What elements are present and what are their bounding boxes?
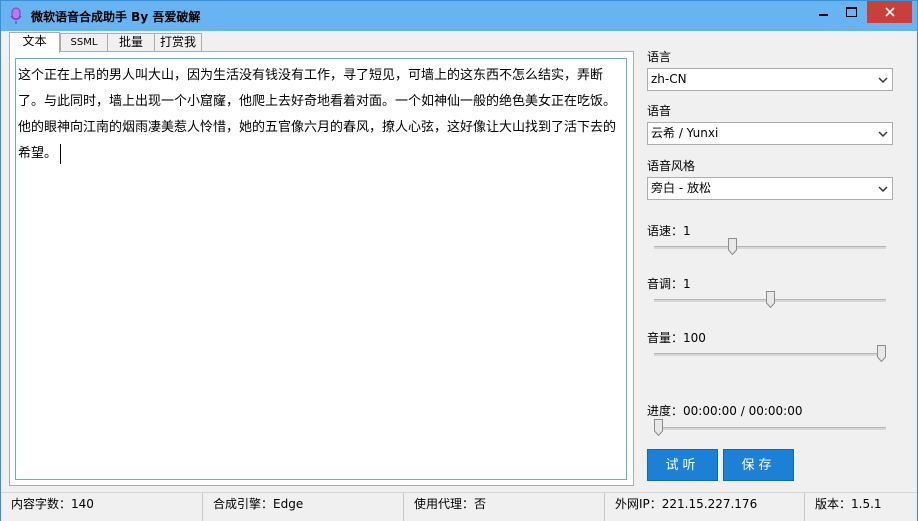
slider-thumb[interactable]	[727, 238, 737, 255]
slider-track	[654, 246, 886, 249]
status-engine: 合成引擎：Edge	[202, 493, 403, 521]
style-value: 旁白 - 放松	[651, 181, 711, 195]
tab-ssml[interactable]: SSML	[60, 33, 108, 51]
rate-label: 语速：1	[647, 224, 691, 238]
maximize-icon	[845, 7, 857, 17]
listen-button[interactable]: 试听	[647, 449, 718, 481]
save-button[interactable]: 保存	[723, 449, 794, 481]
pitch-slider[interactable]	[654, 291, 886, 311]
tab-text[interactable]: 文本	[9, 32, 60, 53]
slider-track	[654, 427, 886, 430]
slider-thumb[interactable]	[654, 419, 663, 436]
voice-select[interactable]: 云希 / Yunxi	[647, 122, 893, 145]
pitch-label: 音调：1	[647, 277, 691, 291]
chevron-down-icon	[878, 77, 888, 84]
voice-value: 云希 / Yunxi	[651, 126, 719, 140]
language-label: 语言	[647, 50, 672, 64]
tab-donate[interactable]: 打赏我	[154, 33, 202, 51]
progress-slider[interactable]	[654, 419, 886, 439]
text-tab-panel: 这个正在上吊的男人叫大山，因为生活没有钱没有工作，寻了短见，可墙上的这东西不怎么…	[9, 51, 634, 486]
rate-slider[interactable]	[654, 238, 886, 258]
title-bar[interactable]: 微软语音合成助手 By 吾爱破解	[1, 1, 917, 31]
style-label: 语音风格	[647, 159, 696, 173]
minimize-icon	[818, 14, 828, 16]
app-window: 微软语音合成助手 By 吾爱破解 文本 SSML 批量 打赏我 这个正在上吊的男…	[0, 0, 918, 521]
close-button[interactable]	[867, 1, 912, 23]
chevron-down-icon	[878, 186, 888, 193]
progress-label: 进度：00:00:00 / 00:00:00	[647, 404, 803, 418]
minimize-button[interactable]	[809, 1, 837, 23]
text-caret	[60, 143, 62, 164]
microphone-icon	[10, 7, 22, 24]
close-icon	[884, 7, 895, 17]
slider-track	[654, 353, 886, 356]
status-char-count: 内容字数：140	[11, 497, 94, 511]
tab-batch[interactable]: 批量	[107, 33, 155, 51]
status-bar: 内容字数：140 合成引擎：Edge 使用代理：否 外网IP：221.15.22…	[1, 492, 917, 521]
language-value: zh-CN	[651, 72, 687, 86]
status-public-ip: 外网IP：221.15.227.176	[604, 493, 804, 521]
style-select[interactable]: 旁白 - 放松	[647, 177, 893, 200]
slider-thumb[interactable]	[877, 345, 886, 362]
editor-content: 这个正在上吊的男人叫大山，因为生活没有钱没有工作，寻了短见，可墙上的这东西不怎么…	[18, 68, 617, 161]
window-title: 微软语音合成助手 By 吾爱破解	[31, 10, 201, 24]
status-proxy: 使用代理：否	[403, 493, 604, 521]
status-version: 版本：1.5.1	[804, 493, 917, 521]
text-editor[interactable]: 这个正在上吊的男人叫大山，因为生活没有钱没有工作，寻了短见，可墙上的这东西不怎么…	[15, 58, 627, 480]
slider-thumb[interactable]	[765, 291, 775, 308]
maximize-button[interactable]	[837, 1, 865, 23]
language-select[interactable]: zh-CN	[647, 68, 893, 91]
chevron-down-icon	[878, 131, 888, 138]
voice-label: 语音	[647, 104, 672, 118]
volume-label: 音量：100	[647, 331, 706, 345]
volume-slider[interactable]	[654, 345, 886, 365]
